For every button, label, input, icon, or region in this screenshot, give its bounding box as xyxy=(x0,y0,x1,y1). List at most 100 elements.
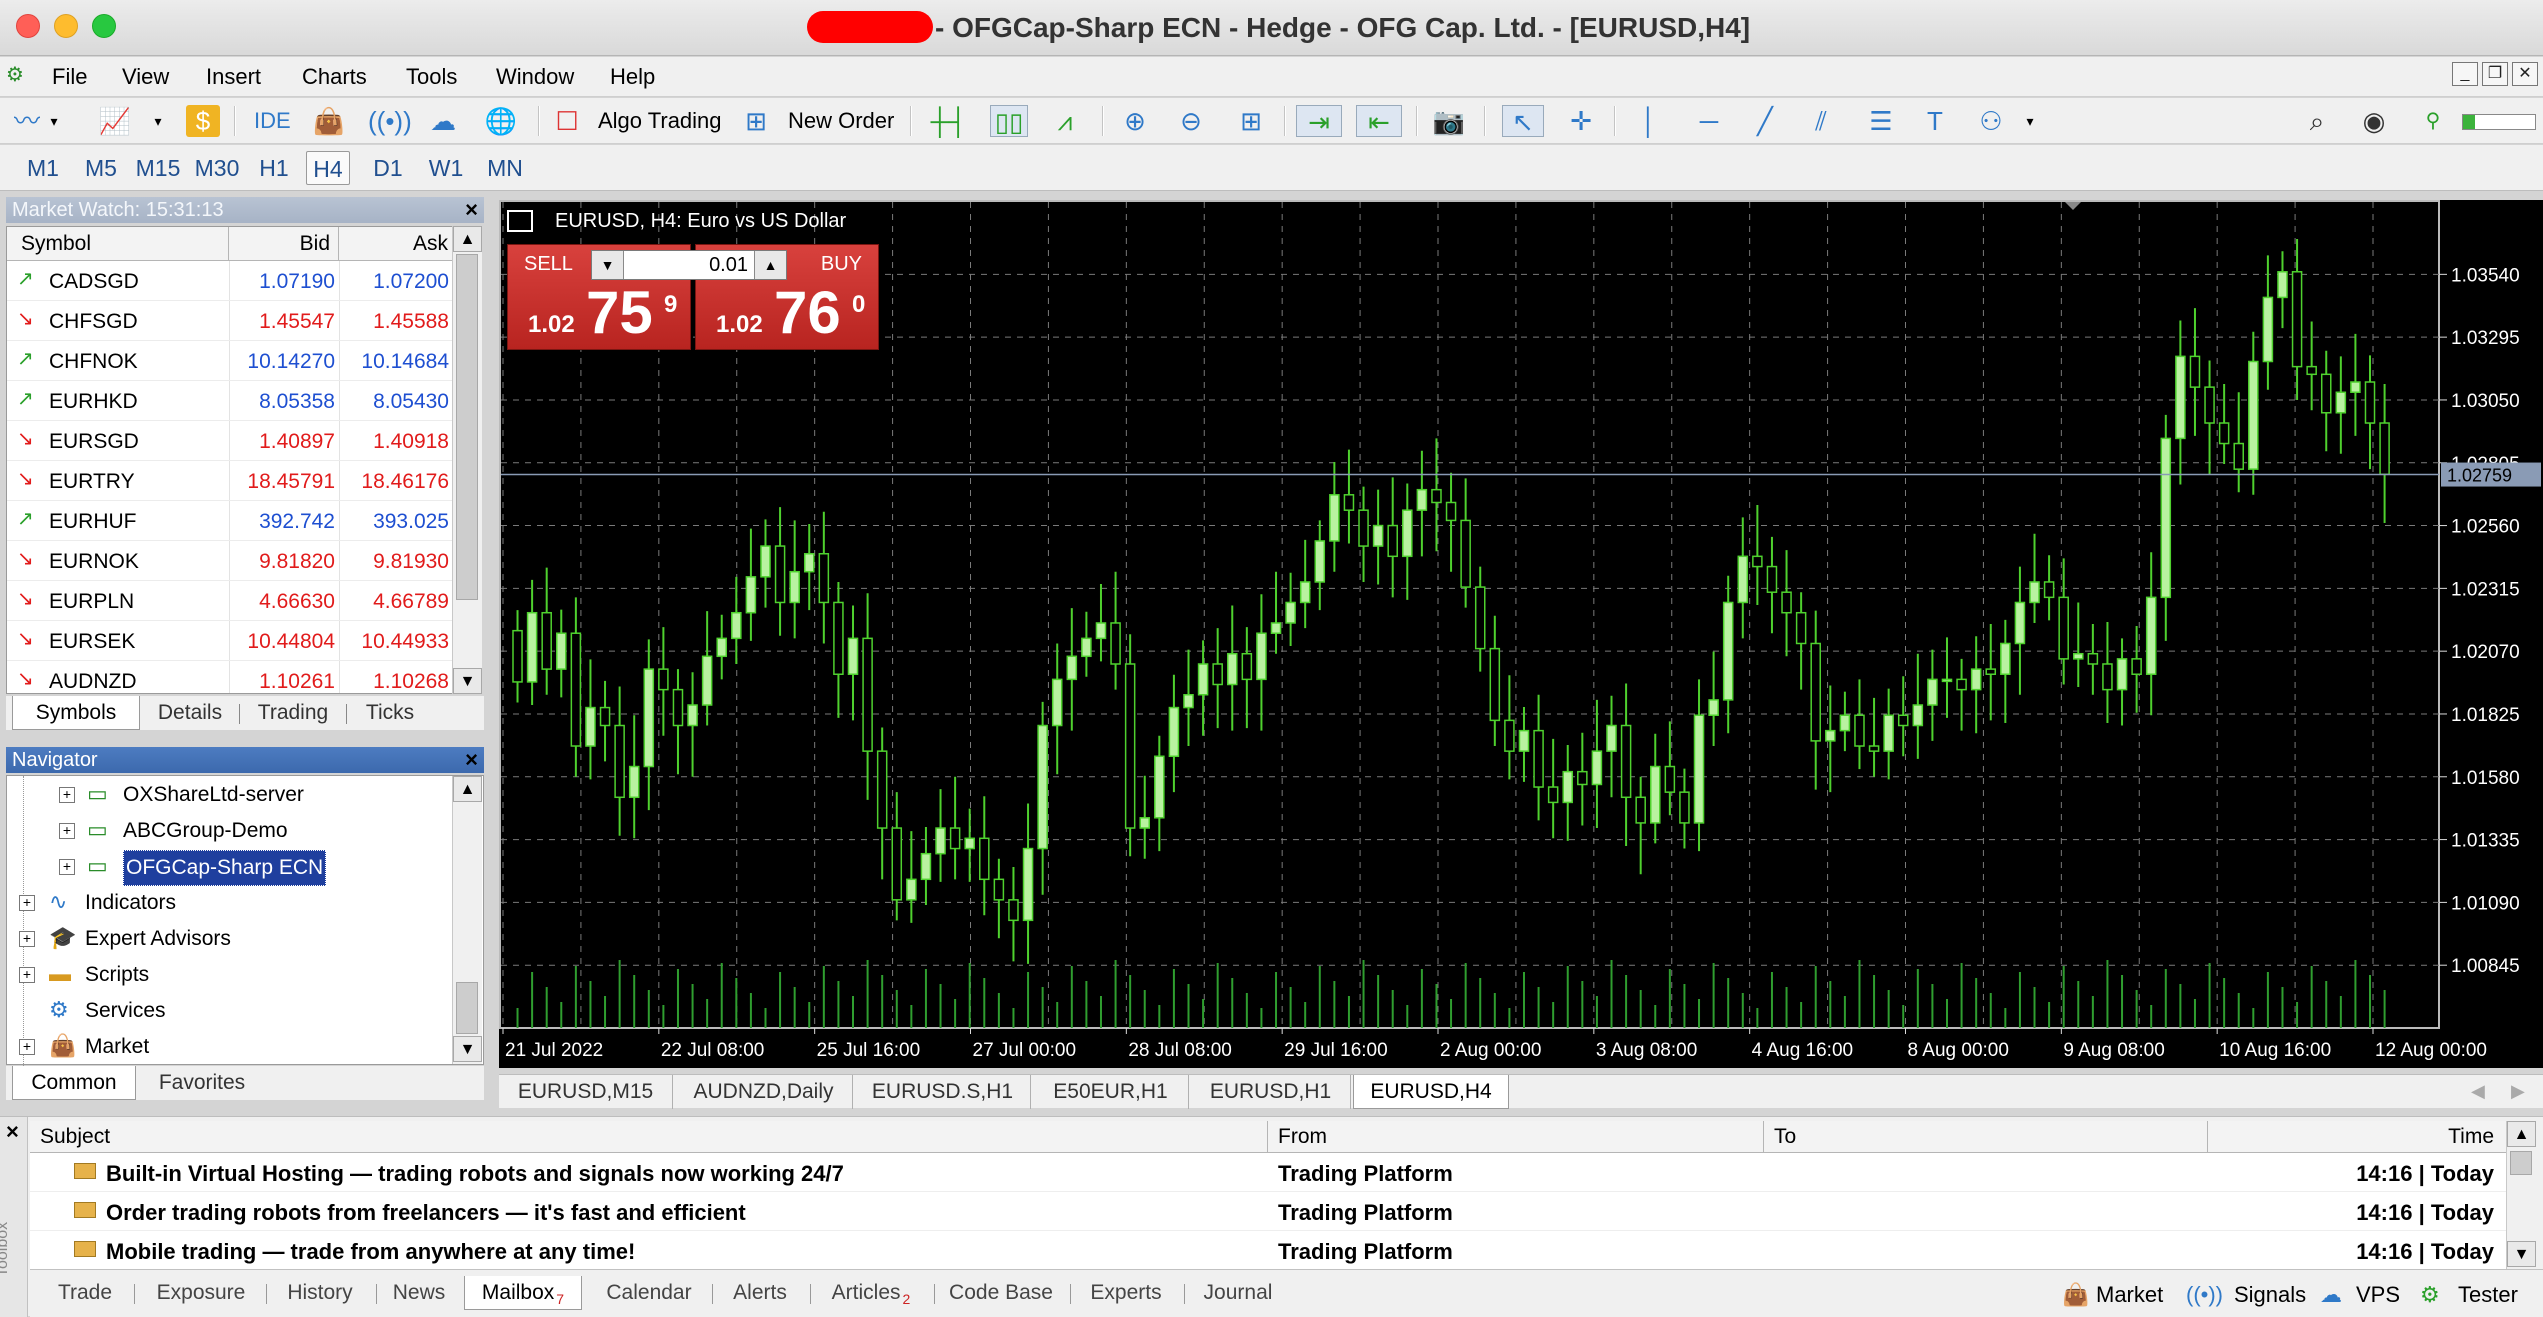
symbol-row[interactable]: ↘ EURPLN 4.66630 4.66789 xyxy=(7,581,461,621)
scroll-up-icon[interactable]: ▲ xyxy=(2507,1121,2536,1147)
screenshot-icon[interactable]: 📷 xyxy=(1428,105,1470,137)
tab-trading[interactable]: Trading xyxy=(242,696,344,730)
tab-exposure[interactable]: Exposure xyxy=(146,1276,256,1310)
expand-icon[interactable]: + xyxy=(19,1039,35,1055)
shopping-bag-icon[interactable]: 👜 xyxy=(312,105,346,137)
scroll-down-icon[interactable]: ▼ xyxy=(453,668,482,694)
chevron-down-icon[interactable]: ▾ xyxy=(148,105,168,137)
timeframe-m1[interactable]: M1 xyxy=(22,151,64,185)
chart-tab[interactable]: EURUSD,M15 xyxy=(499,1075,673,1109)
bar-chart-icon[interactable]: ┼┤ xyxy=(930,105,968,137)
mail-row[interactable]: Built-in Virtual Hosting — trading robot… xyxy=(30,1153,2506,1192)
timeframe-h4[interactable]: H4 xyxy=(306,151,350,185)
menu-window[interactable]: Window xyxy=(496,64,574,90)
chevron-down-icon[interactable]: ▾ xyxy=(2020,105,2040,137)
text-icon[interactable]: T xyxy=(1920,105,1950,137)
tab-symbols[interactable]: Symbols xyxy=(12,696,140,730)
cursor-icon[interactable]: ↖ xyxy=(1502,105,1544,137)
nav-item-ofgcap-sharp-ecn[interactable]: + ▭ OFGCap-Sharp ECN xyxy=(7,850,457,886)
scroll-up-icon[interactable]: ▲ xyxy=(453,226,482,252)
grid-icon[interactable]: ⊞ xyxy=(1232,105,1270,137)
column-from[interactable]: From xyxy=(1268,1121,1764,1153)
tab-ticks[interactable]: Ticks xyxy=(350,696,430,730)
symbol-row[interactable]: ↘ CHFSGD 1.45547 1.45588 xyxy=(7,301,461,341)
chart-tab-active[interactable]: EURUSD,H4 xyxy=(1353,1075,1509,1109)
child-restore-icon[interactable]: ❐ xyxy=(2482,62,2508,86)
tab-articles[interactable]: Articles 2 xyxy=(818,1276,924,1310)
tab-trade[interactable]: Trade xyxy=(48,1276,122,1310)
status-tester[interactable]: Tester xyxy=(2458,1282,2518,1308)
chevron-down-icon[interactable]: ▾ xyxy=(44,105,64,137)
column-ask[interactable]: Ask xyxy=(339,227,461,261)
algo-trading-button[interactable]: Algo Trading xyxy=(598,108,722,134)
timeframe-mn[interactable]: MN xyxy=(482,151,528,185)
nav-item-oxshareltd-server[interactable]: + ▭ OXShareLtd-server xyxy=(7,778,457,812)
window-maximize-button[interactable] xyxy=(92,14,116,38)
tab-calendar[interactable]: Calendar xyxy=(596,1276,702,1310)
new-chart-icon[interactable]: 📈 xyxy=(96,105,134,137)
mailbox-scrollbar[interactable]: ▲ ▼ xyxy=(2506,1121,2536,1269)
symbol-row[interactable]: ↗ CHFNOK 10.14270 10.14684 xyxy=(7,341,461,381)
market-watch-scrollbar[interactable]: ▲ ▼ xyxy=(452,226,482,694)
expand-icon[interactable]: + xyxy=(59,859,75,875)
line-chart-icon[interactable]: ⩘ xyxy=(1046,105,1084,137)
close-icon[interactable]: × xyxy=(465,197,478,223)
vertical-line-icon[interactable]: │ xyxy=(1634,105,1664,137)
shapes-icon[interactable]: ⚇ xyxy=(1972,105,2010,137)
navigator-scrollbar[interactable]: ▲ ▼ xyxy=(452,776,482,1064)
nav-item-expert-advisors[interactable]: + 🎓 Expert Advisors xyxy=(7,922,457,956)
channel-icon[interactable]: ⫽ xyxy=(1802,105,1840,137)
tab-history[interactable]: History xyxy=(274,1276,366,1310)
tab-code-base[interactable]: Code Base xyxy=(942,1276,1060,1310)
mail-row[interactable]: Mobile trading — trade from anywhere at … xyxy=(30,1231,2506,1269)
search-icon[interactable]: ⌕ xyxy=(2300,105,2334,137)
status-signals[interactable]: Signals xyxy=(2234,1282,2306,1308)
chart-tab[interactable]: E50EUR,H1 xyxy=(1033,1075,1189,1109)
symbol-row[interactable]: ↘ EURNOK 9.81820 9.81930 xyxy=(7,541,461,581)
scroll-down-icon[interactable]: ▼ xyxy=(2507,1241,2536,1267)
symbol-row[interactable]: ↗ EURHKD 8.05358 8.05430 xyxy=(7,381,461,421)
menu-insert[interactable]: Insert xyxy=(206,64,261,90)
expand-icon[interactable]: + xyxy=(19,895,35,911)
timeframe-w1[interactable]: W1 xyxy=(426,151,466,185)
column-subject[interactable]: Subject xyxy=(30,1121,1268,1153)
tab-scroll-right-icon[interactable]: ▶ xyxy=(2511,1081,2525,1102)
nav-item-market[interactable]: + 👜 Market xyxy=(7,1030,457,1064)
nav-item-scripts[interactable]: + ▬ Scripts xyxy=(7,958,457,992)
cloud-icon[interactable]: ☁ xyxy=(424,105,462,137)
lot-size-stepper[interactable]: ▼ 0.01 ▲ xyxy=(591,250,787,280)
tab-common[interactable]: Common xyxy=(12,1066,136,1100)
nav-item-indicators[interactable]: + ∿ Indicators xyxy=(7,886,457,920)
tab-mailbox[interactable]: Mailbox 7 xyxy=(464,1276,582,1310)
new-order-button[interactable]: New Order xyxy=(788,108,894,134)
chart-tab[interactable]: EURUSD.S,H1 xyxy=(855,1075,1031,1109)
timeframe-m15[interactable]: M15 xyxy=(132,151,184,185)
one-click-trading-icon[interactable] xyxy=(507,210,533,232)
expand-icon[interactable]: + xyxy=(59,823,75,839)
ide-button[interactable]: IDE xyxy=(254,108,291,134)
child-minimize-icon[interactable]: _ xyxy=(2452,62,2478,86)
child-close-icon[interactable]: ✕ xyxy=(2512,62,2538,86)
menu-tools[interactable]: Tools xyxy=(406,64,457,90)
menu-help[interactable]: Help xyxy=(610,64,655,90)
dollar-icon[interactable]: $ xyxy=(186,105,220,137)
lot-increase-icon[interactable]: ▲ xyxy=(754,251,786,279)
auto-scroll-icon[interactable]: ⇥ xyxy=(1296,105,1342,137)
tab-scroll-left-icon[interactable]: ◀ xyxy=(2471,1081,2485,1102)
crosshair-icon[interactable]: ✛ xyxy=(1562,105,1600,137)
scroll-up-icon[interactable]: ▲ xyxy=(453,776,482,802)
zoom-out-icon[interactable]: ⊖ xyxy=(1172,105,1210,137)
window-minimize-button[interactable] xyxy=(54,14,78,38)
menu-view[interactable]: View xyxy=(122,64,169,90)
timeframe-h1[interactable]: H1 xyxy=(256,151,292,185)
scroll-thumb[interactable] xyxy=(456,254,478,600)
horizontal-line-icon[interactable]: ─ xyxy=(1690,105,1728,137)
chart-shift-icon[interactable]: ⇤ xyxy=(1356,105,1402,137)
timeframe-d1[interactable]: D1 xyxy=(370,151,406,185)
timeframe-m5[interactable]: M5 xyxy=(80,151,122,185)
expand-icon[interactable]: + xyxy=(59,787,75,803)
lot-size-value[interactable]: 0.01 xyxy=(626,254,754,277)
new-order-icon[interactable]: ⊞ xyxy=(742,105,770,137)
tab-alerts[interactable]: Alerts xyxy=(720,1276,800,1310)
expand-icon[interactable]: + xyxy=(19,931,35,947)
